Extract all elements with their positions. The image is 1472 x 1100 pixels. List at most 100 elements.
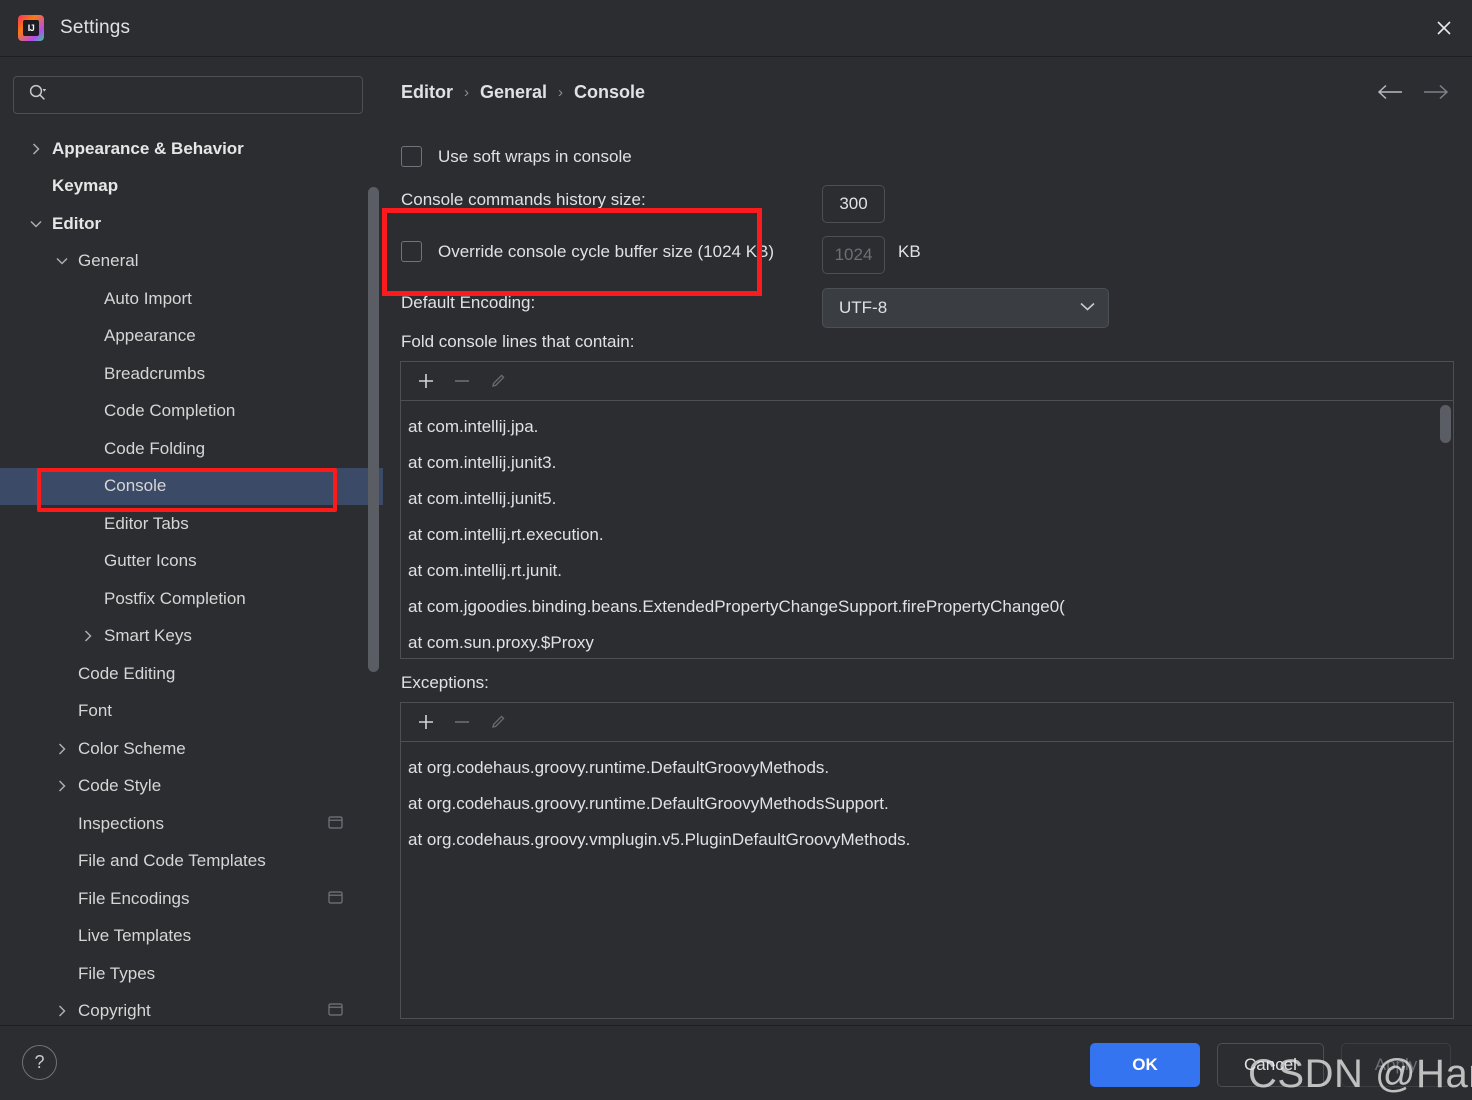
- breadcrumb-item-editor[interactable]: Editor: [401, 82, 453, 103]
- sidebar-item-appearance-behavior[interactable]: Appearance & Behavior: [0, 130, 383, 168]
- sidebar-item-file-types[interactable]: File Types: [0, 955, 383, 993]
- sidebar-item-inspections[interactable]: Inspections: [0, 805, 383, 843]
- exceptions-list-item[interactable]: at org.codehaus.groovy.runtime.DefaultGr…: [401, 750, 1453, 786]
- ok-button[interactable]: OK: [1090, 1043, 1200, 1087]
- chevron-right-icon[interactable]: [52, 779, 72, 793]
- forward-arrow-icon[interactable]: [1422, 83, 1450, 106]
- chevron-right-icon[interactable]: [52, 742, 72, 756]
- sidebar-item-auto-import[interactable]: Auto Import: [0, 280, 383, 318]
- sidebar-item-general[interactable]: General: [0, 243, 383, 281]
- search-box[interactable]: [13, 76, 363, 114]
- chevron-right-icon[interactable]: [26, 142, 46, 156]
- sidebar-item-keymap[interactable]: Keymap: [0, 168, 383, 206]
- sidebar-item-copyright[interactable]: Copyright: [0, 993, 383, 1026]
- override-buffer-checkbox[interactable]: [401, 241, 422, 262]
- fold-list-item[interactable]: at com.intellij.junit3.: [401, 445, 1453, 481]
- logo-text: IJ: [27, 22, 35, 33]
- fold-list-item[interactable]: at com.intellij.rt.execution.: [401, 517, 1453, 553]
- fold-list-item[interactable]: at com.intellij.junit5.: [401, 481, 1453, 517]
- exceptions-toolbar: [401, 703, 1453, 742]
- exceptions-list-item[interactable]: at org.codehaus.groovy.runtime.DefaultGr…: [401, 786, 1453, 822]
- fold-add-button[interactable]: [411, 366, 441, 396]
- sidebar-item-file-encodings[interactable]: File Encodings: [0, 880, 383, 918]
- title-bar: IJ Settings: [0, 0, 1472, 57]
- fold-lines-panel: at com.intellij.jpa. at com.intellij.juni…: [400, 361, 1454, 659]
- help-button[interactable]: ?: [22, 1045, 57, 1080]
- breadcrumb-item-console[interactable]: Console: [574, 82, 645, 103]
- sidebar-item-label: Font: [78, 701, 113, 721]
- window-title: Settings: [60, 17, 131, 38]
- sidebar-item-smart-keys[interactable]: Smart Keys: [0, 618, 383, 656]
- settings-main-panel: Editor › General › Console Use soft wrap…: [383, 57, 1472, 1025]
- fold-list-item[interactable]: at com.intellij.jpa.: [401, 409, 1453, 445]
- sidebar-item-label: Smart Keys: [104, 626, 192, 646]
- fold-lines-toolbar: [401, 362, 1453, 401]
- chevron-right-icon[interactable]: [78, 629, 98, 643]
- apply-button: Apply: [1341, 1043, 1451, 1087]
- fold-list-item[interactable]: at com.intellij.rt.junit.: [401, 553, 1453, 589]
- default-encoding-label: Default Encoding:: [401, 293, 536, 312]
- breadcrumb-item-general[interactable]: General: [480, 82, 547, 103]
- exceptions-label: Exceptions:: [401, 673, 489, 692]
- fold-edit-button[interactable]: [483, 366, 513, 396]
- override-buffer-row: Override console cycle buffer size (1024…: [401, 241, 774, 262]
- sidebar-item-font[interactable]: Font: [0, 693, 383, 731]
- soft-wraps-row: Use soft wraps in console: [401, 146, 632, 167]
- sidebar-item-appearance[interactable]: Appearance: [0, 318, 383, 356]
- fold-list-item[interactable]: at com.jgoodies.binding.beans.ExtendedPr…: [401, 589, 1453, 625]
- exceptions-add-button[interactable]: [411, 707, 441, 737]
- close-icon[interactable]: [1416, 0, 1472, 56]
- default-encoding-value: UTF-8: [839, 298, 888, 317]
- soft-wraps-checkbox[interactable]: [401, 146, 422, 167]
- sidebar-item-label: Console: [104, 476, 167, 496]
- fold-list-scrollbar-thumb[interactable]: [1440, 405, 1451, 443]
- sidebar-item-label: Postfix Completion: [104, 588, 246, 608]
- sidebar-item-console[interactable]: Console: [0, 467, 383, 505]
- exceptions-list[interactable]: at org.codehaus.groovy.runtime.DefaultGr…: [401, 742, 1453, 1019]
- sidebar-item-gutter-icons[interactable]: Gutter Icons: [0, 543, 383, 581]
- sidebar-item-editor[interactable]: Editor: [0, 205, 383, 243]
- sidebar-item-color-scheme[interactable]: Color Scheme: [0, 730, 383, 768]
- sidebar-item-editor-tabs[interactable]: Editor Tabs: [0, 505, 383, 543]
- sidebar-item-breadcrumbs[interactable]: Breadcrumbs: [0, 355, 383, 393]
- default-encoding-select[interactable]: UTF-8: [822, 288, 1109, 328]
- project-scope-icon: [328, 889, 343, 909]
- sidebar-item-code-folding[interactable]: Code Folding: [0, 430, 383, 468]
- settings-tree: Appearance & Behavior Keymap Editor General…: [0, 130, 383, 1025]
- breadcrumb-separator-icon: ›: [558, 84, 564, 101]
- fold-remove-button[interactable]: [447, 366, 477, 396]
- sidebar-item-label: File and Code Templates: [78, 851, 266, 871]
- search-icon: [28, 83, 47, 107]
- exceptions-edit-button[interactable]: [483, 707, 513, 737]
- exceptions-list-item[interactable]: at org.codehaus.groovy.vmplugin.v5.Plugi…: [401, 822, 1453, 858]
- back-arrow-icon[interactable]: [1376, 83, 1404, 106]
- fold-lines-list[interactable]: at com.intellij.jpa. at com.intellij.juni…: [401, 401, 1453, 659]
- settings-sidebar: Appearance & Behavior Keymap Editor General…: [0, 57, 383, 1025]
- sidebar-item-file-and-code-templates[interactable]: File and Code Templates: [0, 843, 383, 881]
- sidebar-item-label: Code Editing: [78, 663, 176, 683]
- chevron-down-icon[interactable]: [52, 255, 72, 267]
- chevron-right-icon[interactable]: [52, 1004, 72, 1018]
- sidebar-item-code-editing[interactable]: Code Editing: [0, 655, 383, 693]
- cancel-button[interactable]: Cancel: [1217, 1043, 1324, 1087]
- history-size-input[interactable]: 300: [822, 185, 885, 223]
- navigation-arrows: [1376, 83, 1450, 106]
- exceptions-remove-button[interactable]: [447, 707, 477, 737]
- sidebar-item-label: Inspections: [78, 813, 164, 833]
- history-size-row: Console commands history size:: [401, 190, 646, 210]
- buffer-unit-label: KB: [898, 242, 921, 261]
- sidebar-item-live-templates[interactable]: Live Templates: [0, 918, 383, 956]
- breadcrumb: Editor › General › Console: [401, 82, 645, 103]
- buffer-size-input[interactable]: 1024: [822, 236, 885, 274]
- chevron-down-icon[interactable]: [26, 218, 46, 230]
- search-input[interactable]: [55, 87, 362, 103]
- sidebar-item-code-completion[interactable]: Code Completion: [0, 393, 383, 431]
- history-size-label: Console commands history size:: [401, 190, 646, 209]
- fold-list-item[interactable]: at com.sun.proxy.$Proxy: [401, 625, 1453, 659]
- sidebar-item-postfix-completion[interactable]: Postfix Completion: [0, 580, 383, 618]
- search-area: [0, 57, 383, 114]
- sidebar-scrollbar-thumb[interactable]: [368, 187, 379, 672]
- sidebar-item-code-style[interactable]: Code Style: [0, 768, 383, 806]
- breadcrumb-separator-icon: ›: [464, 84, 469, 101]
- sidebar-item-label: Appearance: [104, 326, 196, 346]
